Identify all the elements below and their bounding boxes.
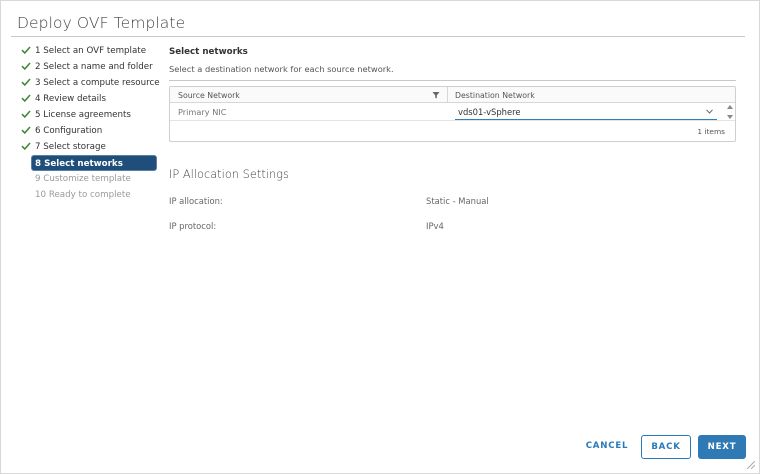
ip-protocol-value: IPv4 xyxy=(426,221,444,231)
step-review-details[interactable]: 4 Review details xyxy=(19,91,161,107)
step-select-networks[interactable]: 8 Select networks xyxy=(31,155,157,171)
step-select-compute-resource[interactable]: 3 Select a compute resource xyxy=(19,75,161,91)
step-label: 1 Select an OVF template xyxy=(35,46,147,56)
step-select-ovf-template[interactable]: 1 Select an OVF template xyxy=(19,43,161,59)
destination-network-select[interactable]: vds01-vSphere xyxy=(455,104,717,120)
source-network-cell: Primary NIC xyxy=(178,107,227,117)
checkmark-icon xyxy=(21,62,31,71)
column-header-source[interactable]: Source Network xyxy=(178,91,240,100)
grid-header: Source Network Destination Network xyxy=(170,87,735,103)
ip-protocol-label: IP protocol: xyxy=(169,221,217,231)
step-label: 9 Customize template xyxy=(35,174,131,184)
checkmark-icon xyxy=(21,126,31,135)
cancel-button[interactable]: CANCEL xyxy=(581,435,633,459)
section-description: Select a destination network for each so… xyxy=(169,64,394,74)
deploy-ovf-dialog: Deploy OVF Template 1 Select an OVF temp… xyxy=(0,0,760,474)
checkmark-icon xyxy=(21,46,31,55)
step-label: 2 Select a name and folder xyxy=(35,62,153,72)
step-license-agreements[interactable]: 5 License agreements xyxy=(19,107,161,123)
ip-allocation-label: IP allocation: xyxy=(169,196,223,206)
table-row[interactable]: Primary NIC vds01-vSphere xyxy=(170,103,735,121)
title-divider xyxy=(11,36,745,37)
step-label: 4 Review details xyxy=(35,94,106,104)
step-label: 8 Select networks xyxy=(35,159,123,169)
item-count: 1 items xyxy=(697,127,725,136)
scroll-up-icon[interactable] xyxy=(727,105,733,109)
main-content: Select networks Select a destination net… xyxy=(169,43,737,231)
step-select-storage[interactable]: 7 Select storage xyxy=(19,139,161,155)
checkmark-icon xyxy=(21,142,31,151)
next-button[interactable]: NEXT xyxy=(698,435,746,459)
step-select-name-folder[interactable]: 2 Select a name and folder xyxy=(19,59,161,75)
section-divider xyxy=(169,80,736,81)
network-mapping-grid: Source Network Destination Network Prima… xyxy=(169,86,736,142)
step-label: 10 Ready to complete xyxy=(35,190,131,200)
step-label: 6 Configuration xyxy=(35,126,103,136)
ip-settings-title: IP Allocation Settings xyxy=(169,167,289,181)
column-header-destination[interactable]: Destination Network xyxy=(455,91,535,100)
back-button[interactable]: BACK xyxy=(641,435,691,459)
ip-allocation-value: Static - Manual xyxy=(426,196,489,206)
step-label: 7 Select storage xyxy=(35,142,106,152)
grid-scrollbar[interactable] xyxy=(725,103,735,121)
step-customize-template: 9 Customize template xyxy=(19,171,161,187)
resize-handle-icon[interactable] xyxy=(747,461,755,469)
dialog-title: Deploy OVF Template xyxy=(17,14,186,32)
destination-network-value: vds01-vSphere xyxy=(458,107,521,117)
step-ready-to-complete: 10 Ready to complete xyxy=(19,187,161,203)
scroll-down-icon[interactable] xyxy=(727,115,733,119)
chevron-down-icon xyxy=(706,109,713,114)
section-title: Select networks xyxy=(169,47,248,57)
wizard-steps: 1 Select an OVF template 2 Select a name… xyxy=(19,43,161,203)
checkmark-icon xyxy=(21,94,31,103)
filter-icon[interactable] xyxy=(432,91,440,99)
step-label: 5 License agreements xyxy=(35,110,131,120)
checkmark-icon xyxy=(21,110,31,119)
step-configuration[interactable]: 6 Configuration xyxy=(19,123,161,139)
step-label: 3 Select a compute resource xyxy=(35,78,160,88)
checkmark-icon xyxy=(21,78,31,87)
column-divider[interactable] xyxy=(447,87,448,103)
